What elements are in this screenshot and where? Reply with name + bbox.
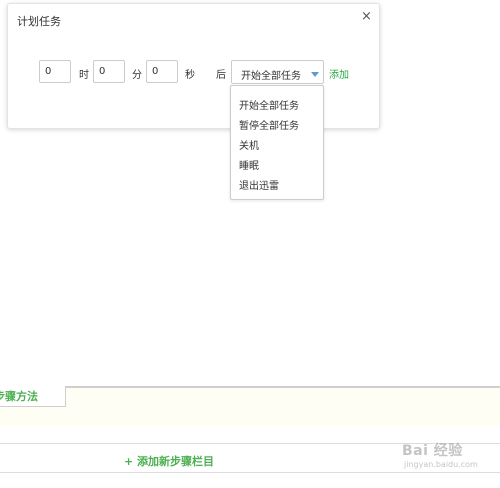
steps-tab[interactable]: 步骤方法 — [0, 386, 66, 407]
minutes-unit-label: 分 — [132, 70, 142, 81]
add-step-button[interactable]: + 添加新步骤栏目 — [124, 453, 214, 469]
hours-unit-label: 时 — [79, 70, 89, 81]
seconds-unit-label: 秒 — [185, 70, 195, 81]
close-icon[interactable]: × — [361, 10, 372, 23]
steps-tab-label: 步骤方法 — [0, 390, 38, 403]
dropdown-item-quit[interactable]: 退出迅雷 — [239, 177, 279, 192]
seconds-input[interactable] — [146, 60, 178, 83]
hours-input[interactable] — [39, 60, 71, 83]
action-select[interactable]: 开始全部任务 — [231, 60, 324, 84]
dropdown-item-pause-all[interactable]: 暂停全部任务 — [239, 117, 299, 132]
chevron-down-icon — [311, 72, 319, 77]
watermark-logo: Bai 经验 — [402, 443, 463, 459]
dropdown-item-sleep[interactable]: 睡眠 — [239, 157, 259, 172]
scheduled-task-dialog: 计划任务 × 时 分 秒 后 开始全部任务 添加 — [7, 3, 380, 129]
dialog-title: 计划任务 — [17, 15, 61, 28]
watermark-url: jingyan.baidu.com — [404, 460, 478, 469]
dropdown-item-shutdown[interactable]: 关机 — [239, 137, 259, 152]
dropdown-item-start-all[interactable]: 开始全部任务 — [239, 97, 299, 112]
action-select-value: 开始全部任务 — [241, 71, 301, 82]
minutes-input[interactable] — [93, 60, 125, 83]
after-label: 后 — [216, 70, 226, 81]
add-button[interactable]: 添加 — [329, 66, 349, 81]
action-dropdown-menu: 开始全部任务 暂停全部任务 关机 睡眠 退出迅雷 — [230, 85, 324, 200]
steps-section — [0, 386, 500, 426]
